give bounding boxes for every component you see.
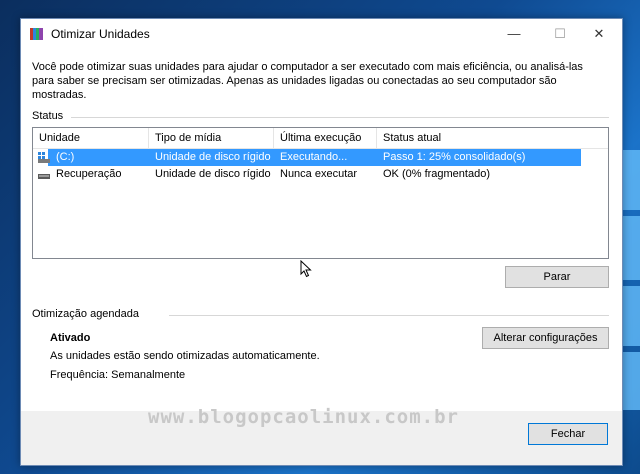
schedule-frequency: Frequência: Semanalmente: [50, 369, 186, 381]
current-status: Passo 1: 25% consolidado(s): [383, 151, 526, 163]
column-header-current-status[interactable]: Status atual: [377, 128, 609, 148]
maximize-button[interactable]: ☐: [542, 23, 578, 45]
list-item-drive-c[interactable]: (C:) Unidade de disco rígido Executando.…: [33, 149, 608, 166]
media-type: Unidade de disco rígido: [155, 151, 271, 163]
change-settings-button[interactable]: Alterar configurações: [482, 327, 609, 349]
minimize-button[interactable]: —: [496, 23, 532, 45]
list-item-recovery[interactable]: Recuperação Unidade de disco rígido Nunc…: [33, 166, 608, 183]
list-header: Unidade Tipo de mídia Última execução St…: [33, 128, 608, 149]
scheduled-optimization-label: Otimização agendada: [32, 308, 140, 320]
media-type: Unidade de disco rígido: [155, 168, 271, 180]
close-window-button[interactable]: ✕: [581, 23, 617, 45]
drive-name: Recuperação: [56, 168, 122, 180]
column-header-last-run[interactable]: Última execução: [274, 128, 377, 148]
status-divider: [71, 117, 609, 118]
column-header-media-type[interactable]: Tipo de mídia: [149, 128, 274, 148]
schedule-detail: As unidades estão sendo otimizadas autom…: [50, 350, 320, 362]
drive-icon: [38, 174, 50, 179]
stop-button[interactable]: Parar: [505, 266, 609, 288]
drives-list[interactable]: Unidade Tipo de mídia Última execução St…: [32, 127, 609, 259]
optimize-drives-window: Otimizar Unidades — ☐ ✕ Você pode otimiz…: [20, 18, 623, 466]
mouse-cursor-icon: [300, 260, 312, 278]
schedule-state: Ativado: [50, 332, 91, 344]
drive-name: (C:): [56, 151, 75, 163]
column-header-drive[interactable]: Unidade: [33, 128, 149, 148]
close-button[interactable]: Fechar: [528, 423, 608, 445]
description-text: Você pode otimizar suas unidades para aj…: [32, 61, 583, 101]
schedule-divider: [169, 315, 609, 316]
system-drive-icon: [38, 152, 50, 163]
watermark-text: www.blogopcaolinux.com.br: [148, 406, 459, 428]
optimize-drives-app-icon: [30, 28, 43, 40]
window-title: Otimizar Unidades: [51, 27, 150, 41]
last-run: Executando...: [280, 151, 348, 163]
title-bar[interactable]: Otimizar Unidades — ☐ ✕: [21, 19, 622, 49]
last-run: Nunca executar: [280, 168, 358, 180]
status-section-label: Status: [32, 110, 64, 122]
current-status: OK (0% fragmentado): [383, 168, 490, 180]
